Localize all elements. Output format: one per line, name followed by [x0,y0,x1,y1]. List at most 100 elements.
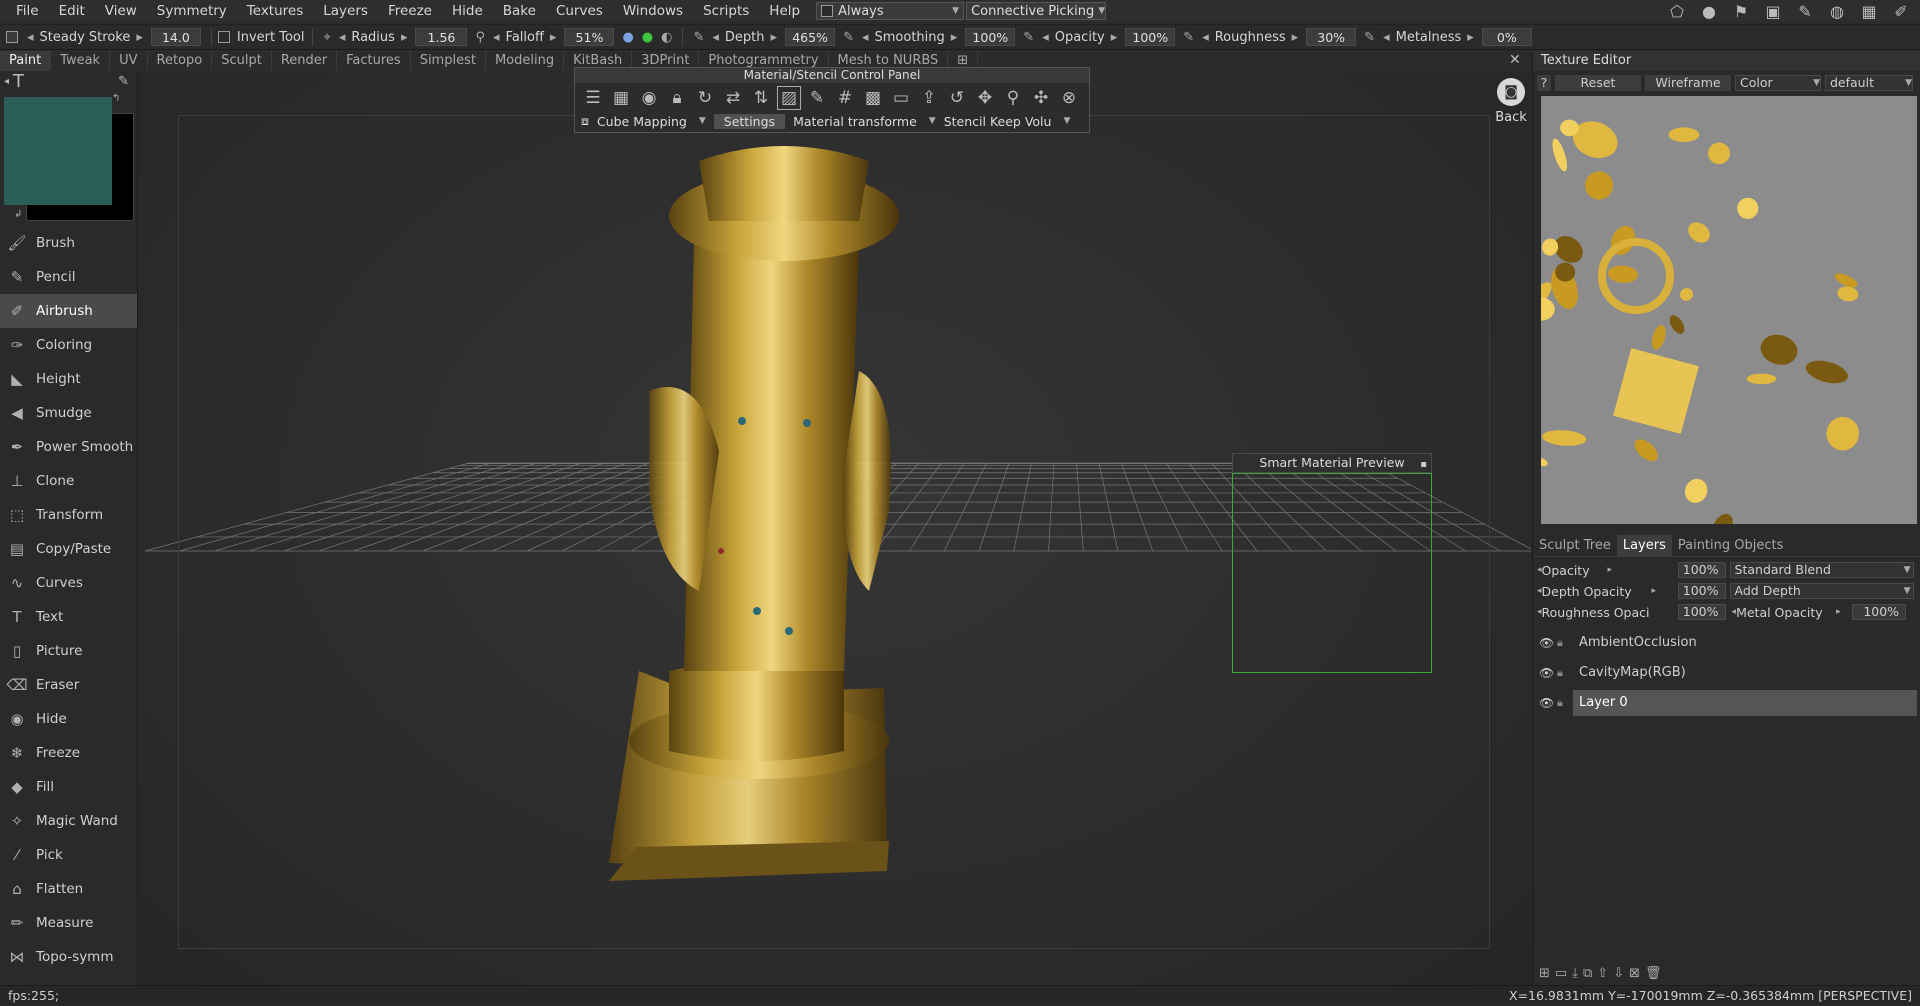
tool-coloring[interactable]: ✑ Coloring [0,328,137,362]
eye-icon[interactable]: 👁︎ [1539,696,1557,710]
chevron-left-icon[interactable]: ◂ [4,76,9,87]
reset-button[interactable]: Reset [1555,75,1641,91]
menu-layers[interactable]: Layers [313,0,378,22]
tool-magic-wand[interactable]: ✧ Magic Wand [0,804,137,838]
texture-uv-view[interactable] [1541,96,1917,524]
swap-horizontal-icon[interactable]: ⇄ [721,86,745,110]
chevron-right-icon[interactable]: ▸ [1608,565,1678,575]
falloff-field[interactable]: 51% [564,28,615,46]
move-up-icon[interactable]: ⇧ [1597,966,1608,981]
menu-help[interactable]: Help [759,0,810,22]
tab-retopo[interactable]: Retopo [148,51,213,71]
tool-height[interactable]: ◣ Height [0,362,137,396]
menu-curves[interactable]: Curves [546,0,613,22]
swap-colors-icon[interactable]: ↰ [112,93,120,104]
menu-bake[interactable]: Bake [493,0,546,22]
layer-opacity-field[interactable]: 100% [1677,562,1726,578]
tool-text[interactable]: T Text [0,600,137,634]
menu-scripts[interactable]: Scripts [693,0,759,22]
tool-power-smooth[interactable]: ✒ Power Smooth [0,430,137,464]
add-folder-icon[interactable]: ▭ [1555,966,1567,981]
move-down-icon[interactable]: ⇩ [1613,966,1624,981]
channel-dropdown[interactable]: Color ▼ [1735,75,1821,91]
pencil-icon[interactable]: ✎ [805,86,829,110]
close-circle-icon[interactable]: ⊗ [1057,86,1081,110]
checker-icon[interactable]: ▦ [1858,2,1880,21]
tool-measure[interactable]: ✏ Measure [0,906,137,940]
tab-paint[interactable]: Paint [0,51,52,71]
paint-icon[interactable]: ✐ [1890,2,1912,21]
steady-stroke-field[interactable]: 14.0 [150,28,201,46]
zoom-icon[interactable]: ⚲ [1001,86,1025,110]
menu-windows[interactable]: Windows [613,0,693,22]
blend-mode-dropdown[interactable]: Standard Blend ▼ [1729,562,1914,578]
move-icon[interactable]: ✥ [973,86,997,110]
chevron-left-icon[interactable]: ◂ [339,30,346,45]
pen-icon[interactable]: ✎ [1183,30,1194,45]
help-icon[interactable]: ? [1537,75,1551,91]
tool-pick[interactable]: ⁄ Pick [0,838,137,872]
tab-sculpt-tree[interactable]: Sculpt Tree [1533,535,1617,556]
chevron-right-icon[interactable]: ▸ [1836,607,1852,617]
tool-flatten[interactable]: ⌂ Flatten [0,872,137,906]
metal-opacity-field[interactable]: 100% [1852,604,1907,620]
tab-painting-objects[interactable]: Painting Objects [1672,535,1790,556]
roughness-field[interactable]: 30% [1306,28,1357,46]
tab-simplest[interactable]: Simplest [411,51,486,71]
tab-uv[interactable]: UV [110,51,148,71]
pen-icon[interactable]: ✎ [843,30,854,45]
depth-mode-dropdown[interactable]: Add Depth ▼ [1729,583,1914,599]
tool-hide[interactable]: ◉ Hide [0,702,137,736]
invert-tool-checkbox[interactable] [217,31,230,43]
flag-icon[interactable]: ⚑ [1730,2,1752,21]
pen-icon[interactable]: ✎ [693,30,704,45]
chevron-right-icon[interactable]: ▸ [401,30,408,45]
add-layer-icon[interactable]: ⊞ [1539,966,1550,981]
chevron-right-icon[interactable]: ▸ [1652,586,1678,596]
smoothing-field[interactable]: 100% [965,28,1016,46]
settings-button[interactable]: Settings [713,113,786,129]
hatch-icon[interactable]: ▨ [777,86,801,110]
tile-icon[interactable]: # [833,86,857,110]
cube-mapping-label[interactable]: Cube Mapping [597,114,687,129]
menu-edit[interactable]: Edit [49,0,95,22]
always-checkbox[interactable] [821,5,834,17]
image-icon[interactable]: ▣ [1762,2,1784,21]
transform-icon[interactable]: ✣ [1029,86,1053,110]
text-tool-icon[interactable]: T [13,71,24,92]
pen-icon[interactable]: ✎ [1023,30,1034,45]
wrench-icon[interactable]: ✎ [1794,2,1816,21]
lock-icon[interactable]: 🔒︎ [1557,696,1573,710]
tool-fill[interactable]: ◆ Fill [0,770,137,804]
tool-pencil[interactable]: ✎ Pencil [0,260,137,294]
lock-icon[interactable]: 🔒︎ [1557,666,1573,680]
tool-transform[interactable]: ⬚ Transform [0,498,137,532]
material-icon[interactable]: ◐ [661,30,672,45]
duplicate-icon[interactable]: ⧉ [1583,966,1592,981]
eye-icon[interactable]: 👁︎ [1539,636,1557,650]
tool-picture[interactable]: ▯ Picture [0,634,137,668]
rotate-icon[interactable]: ↻ [693,86,717,110]
tool-smudge[interactable]: ◀ Smudge [0,396,137,430]
grid-icon[interactable]: ▦ [609,86,633,110]
tool-freeze[interactable]: ❄ Freeze [0,736,137,770]
menu-textures[interactable]: Textures [237,0,313,22]
depth-opacity-field[interactable]: 100% [1677,583,1726,599]
chevron-right-icon[interactable]: ▸ [771,30,778,45]
lock-icon[interactable]: 🔒︎ [1557,636,1573,650]
chevron-left-icon[interactable]: ◂ [1383,30,1390,45]
tool-copy-paste[interactable]: ▤ Copy/Paste [0,532,137,566]
mouse-icon[interactable]: ⌖ [323,30,330,45]
tool-brush[interactable]: 🖌︎ Brush [0,226,137,260]
tab-render[interactable]: Render [272,51,338,71]
layer-row[interactable]: 👁︎ 🔒︎ AmbientOcclusion [1533,629,1920,657]
merge-icon[interactable]: ⊠ [1629,966,1640,981]
globe-icon[interactable]: ◍ [1826,2,1848,21]
chevron-left-icon[interactable]: ◂ [712,30,719,45]
tab-tweak[interactable]: Tweak [51,51,111,71]
menu-freeze[interactable]: Freeze [378,0,442,22]
green-dot-icon[interactable]: ● [642,30,653,45]
tool-eraser[interactable]: ⌫ Eraser [0,668,137,702]
chevron-left-icon[interactable]: ◂ [1202,30,1209,45]
chevron-left-icon[interactable]: ◂ [862,30,869,45]
